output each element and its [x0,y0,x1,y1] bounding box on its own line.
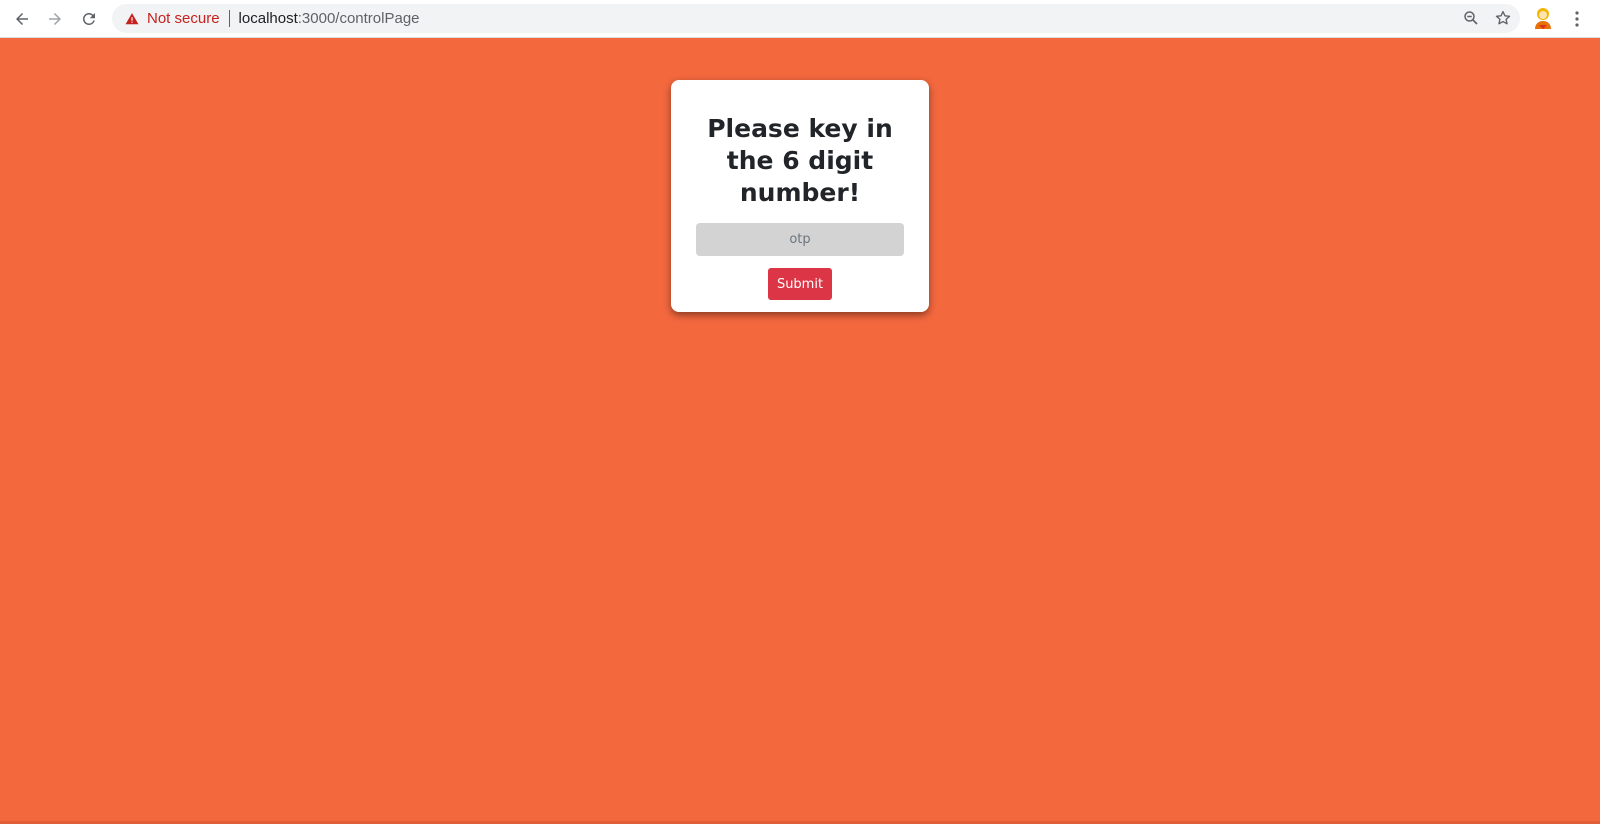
zoom-icon [1464,11,1478,25]
bookmark-button[interactable] [1494,9,1512,27]
submit-button[interactable]: Submit [768,268,832,300]
security-status[interactable]: Not secure [147,10,220,27]
forward-icon [49,13,61,25]
url-text[interactable]: localhost:3000/controlPage [239,10,420,27]
back-icon [16,13,28,25]
forward-button[interactable] [43,7,67,31]
page-title: Please key in the 6 digit number! [707,114,893,207]
more-menu-button[interactable] [1569,8,1585,30]
profile-avatar[interactable] [1532,6,1554,30]
page-background: Please key in the 6 digit number! Submit [0,38,1600,824]
address-bar[interactable]: Not secure localhost:3000/controlPage [112,4,1520,33]
url-host: localhost [238,10,298,27]
browser-toolbar: Not secure localhost:3000/controlPage [0,0,1600,38]
omnibox-separator [228,10,230,27]
reload-icon [83,12,95,25]
url-path: :3000/controlPage [297,10,420,27]
back-button[interactable] [10,7,34,31]
zoom-button[interactable] [1462,9,1480,27]
otp-card: Please key in the 6 digit number! Submit [671,80,929,312]
warning-icon [125,12,139,26]
omnibox-actions [1462,9,1512,27]
reload-button[interactable] [77,7,101,31]
bookmark-star-icon [1495,10,1511,25]
otp-input[interactable] [696,223,904,256]
more-menu-icon [1575,11,1579,27]
